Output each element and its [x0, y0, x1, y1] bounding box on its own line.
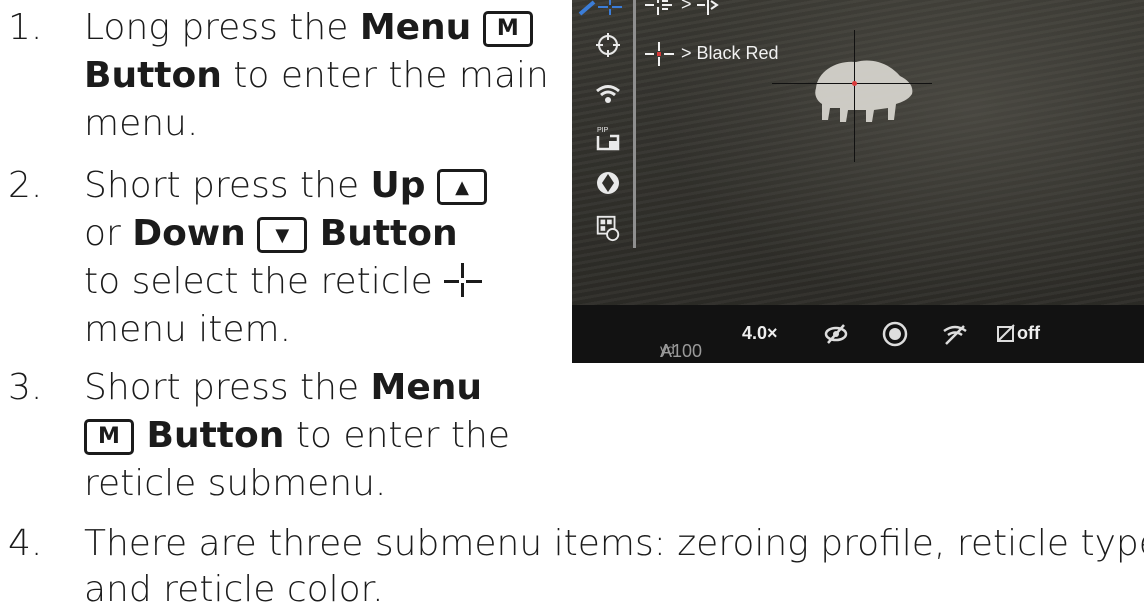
- step-text: to enter the: [284, 415, 510, 456]
- menu-sidebar: PIP: [572, 0, 636, 260]
- submenu-row-reticle-type[interactable]: >: [644, 0, 719, 16]
- step-text: Short press the: [84, 165, 371, 206]
- reticle-type-icon: [645, 0, 672, 16]
- reticle-icon: [444, 263, 483, 297]
- step-number: 1.: [8, 7, 43, 48]
- eye-off-icon: [824, 324, 848, 344]
- step-number: 2.: [8, 165, 43, 206]
- device-screen: PIP > > Black Red A100 yd 4.0× off: [572, 0, 1144, 363]
- down-label: Down: [132, 213, 246, 254]
- selected-reticle-icon[interactable]: [578, 0, 628, 16]
- status-bar: A100 yd 4.0× off: [572, 305, 1144, 363]
- crosshair-target-icon[interactable]: [594, 31, 622, 59]
- down-key-icon: ▼: [257, 217, 308, 253]
- step-text: Short press the: [84, 367, 371, 408]
- menu-label: Menu: [359, 7, 472, 48]
- step-text: Long press the: [84, 7, 360, 48]
- pip-icon[interactable]: PIP: [594, 124, 622, 152]
- wifi-off-icon: [943, 325, 967, 345]
- step-text: menu.: [84, 103, 199, 144]
- menu-divider: [633, 0, 636, 248]
- auto-icon: [882, 321, 908, 347]
- button-label: Button: [307, 213, 458, 254]
- submenu-row-reticle-color[interactable]: > Black Red: [644, 42, 779, 66]
- menu-key-icon: M: [482, 11, 533, 47]
- step-text: to select the reticle: [84, 261, 445, 302]
- svg-text:PIP: PIP: [597, 127, 609, 134]
- crosshair-vertical: [854, 30, 855, 162]
- recording-off-icon: [997, 324, 1015, 342]
- wifi-icon[interactable]: [594, 80, 622, 108]
- zoom-readout: 4.0×: [742, 323, 778, 343]
- menu-key-icon: M: [84, 419, 134, 455]
- recording-off-label: off: [1017, 323, 1040, 343]
- up-label: Up: [370, 165, 426, 206]
- step-number: 4.: [8, 523, 43, 564]
- up-key-icon: ▲: [437, 169, 488, 205]
- step-text: menu item.: [84, 309, 292, 350]
- step-text: or: [84, 213, 133, 254]
- aperture-icon[interactable]: [594, 169, 622, 197]
- menu-label: Menu: [370, 367, 483, 408]
- step-text: reticle submenu.: [84, 463, 387, 504]
- step-text: and reticle color.: [84, 569, 384, 610]
- submenu-row-text: > Black Red: [681, 42, 779, 63]
- submenu-row-text: >: [681, 0, 697, 14]
- reticle-variant-icon: [696, 0, 719, 16]
- step-number: 3.: [8, 367, 43, 408]
- video-settings-icon[interactable]: [594, 214, 622, 242]
- reticle-color-icon: [645, 42, 674, 66]
- step-text: to enter the main: [221, 55, 549, 96]
- boar-silhouette: [815, 60, 913, 122]
- step-text: There are three submenu items: zeroing p…: [84, 523, 1144, 564]
- crosshair-center-dot: [852, 81, 857, 86]
- button-label: Button: [134, 415, 285, 456]
- button-label: Button: [84, 55, 222, 96]
